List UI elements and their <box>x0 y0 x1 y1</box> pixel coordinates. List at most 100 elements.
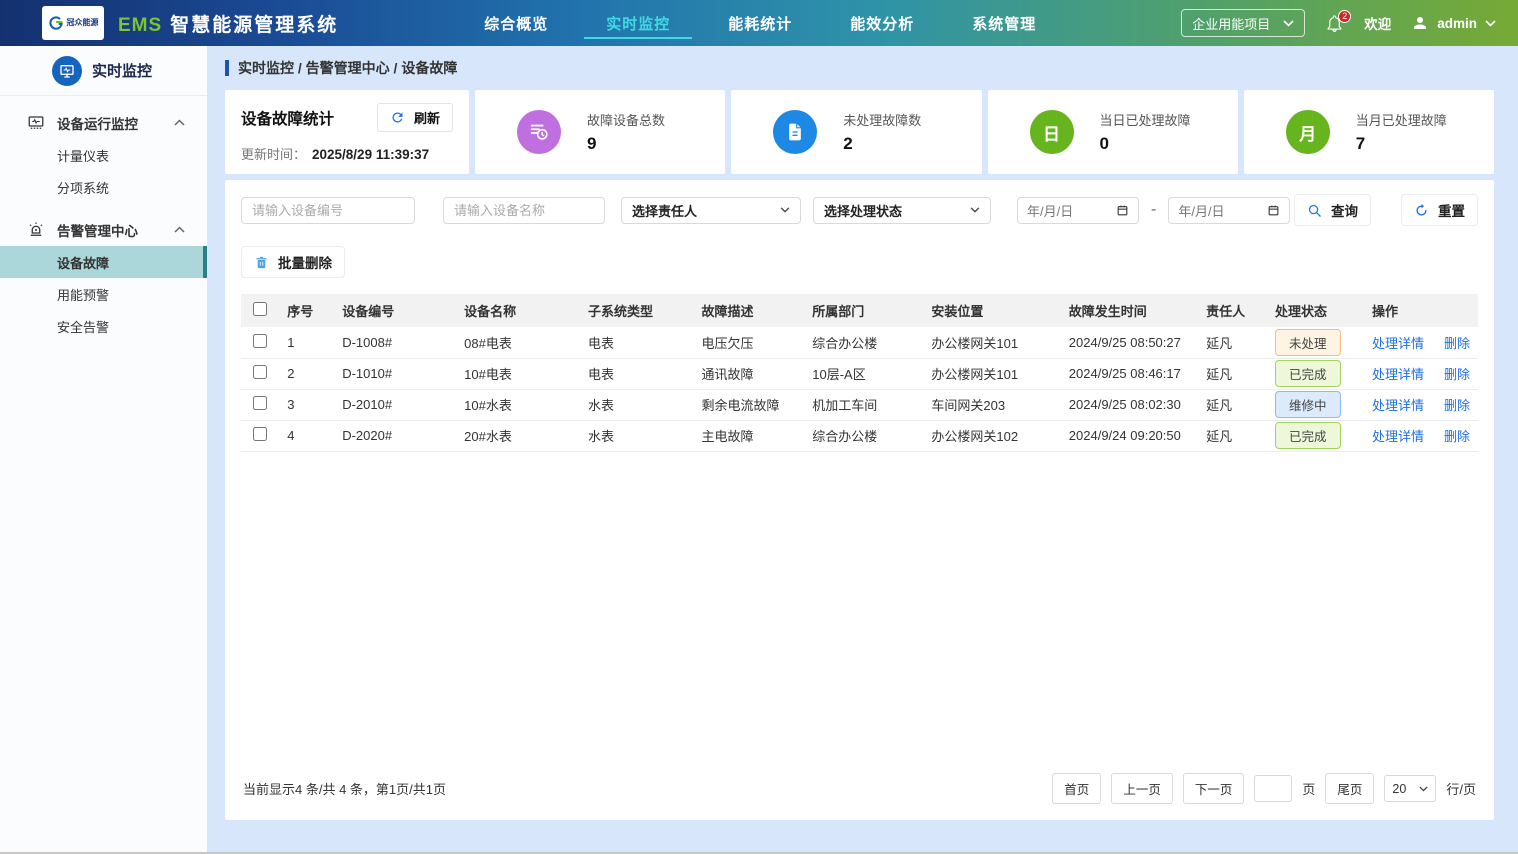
detail-link[interactable]: 处理详情 <box>1372 367 1424 382</box>
reset-label: 重置 <box>1438 200 1465 220</box>
last-page-button[interactable]: 尾页 <box>1325 773 1374 804</box>
detail-link[interactable]: 处理详情 <box>1372 398 1424 413</box>
stat-card-unhandled: 未处理故障数 2 <box>731 90 981 174</box>
day-icon: 日 <box>1030 110 1074 154</box>
nav-system-management[interactable]: 系统管理 <box>966 0 1042 46</box>
welcome-label: 欢迎 <box>1364 13 1391 33</box>
gauge-icon <box>517 110 561 154</box>
month-icon: 月 <box>1286 110 1330 154</box>
detail-link[interactable]: 处理详情 <box>1372 429 1424 444</box>
start-date-value: 年/月/日 <box>1027 201 1073 220</box>
table-row: 3 D-2010# 10#水表 水表 剩余电流故障 机加工车间 车间网关203 … <box>241 389 1478 420</box>
row-checkbox[interactable] <box>253 365 267 379</box>
sidebar-item-metering-instruments[interactable]: 计量仪表 <box>0 139 207 171</box>
chevron-up-icon <box>174 119 185 126</box>
notifications-button[interactable]: 2 <box>1325 14 1344 33</box>
row-checkbox[interactable] <box>253 334 267 348</box>
cell-subsystem: 电表 <box>580 358 694 389</box>
end-date-picker[interactable]: 年/月/日 <box>1168 197 1290 224</box>
reset-button[interactable]: 重置 <box>1401 194 1478 226</box>
alarm-icon <box>27 221 45 239</box>
cell-department: 10层-A区 <box>804 358 923 389</box>
sidebar-item-energy-warning[interactable]: 用能预警 <box>0 278 207 310</box>
sidebar-group-device-monitoring[interactable]: 设备运行监控 <box>0 106 207 139</box>
pagination-bar: 当前显示4 条/共 4 条，第1页/共1页 首页 上一页 下一页 页 尾页 20… <box>241 763 1478 812</box>
cell-fault-desc: 通讯故障 <box>694 358 805 389</box>
sidebar-item-safety-alarm[interactable]: 安全告警 <box>0 310 207 342</box>
app-window: 冠众能源 EMS 智慧能源管理系统 综合概览 实时监控 能耗统计 能效分析 系统… <box>0 0 1518 854</box>
page-size-select[interactable]: 20 <box>1384 775 1436 802</box>
device-code-input[interactable] <box>241 197 415 224</box>
cell-subsystem: 电表 <box>580 327 694 358</box>
select-all-checkbox[interactable] <box>253 302 267 316</box>
prev-page-button[interactable]: 上一页 <box>1111 773 1173 804</box>
company-logo: 冠众能源 <box>42 6 104 40</box>
nav-realtime-monitoring[interactable]: 实时监控 <box>600 0 676 46</box>
delete-link[interactable]: 删除 <box>1444 367 1470 382</box>
stat-label: 故障设备总数 <box>587 110 665 129</box>
cell-device-name: 10#水表 <box>456 389 580 420</box>
owner-select[interactable]: 选择责任人 <box>621 197 801 224</box>
page-number-input[interactable] <box>1254 775 1292 802</box>
user-icon <box>1411 14 1429 32</box>
sidebar-group-alarm-center[interactable]: 告警管理中心 <box>0 213 207 246</box>
stat-label: 当日已处理故障 <box>1100 110 1191 129</box>
cell-fault-time: 2024/9/25 08:02:30 <box>1061 389 1198 420</box>
status-select[interactable]: 选择处理状态 <box>813 197 991 224</box>
next-page-button[interactable]: 下一页 <box>1183 773 1245 804</box>
chevron-down-icon <box>1485 20 1496 27</box>
stat-label: 当月已处理故障 <box>1356 110 1447 129</box>
chevron-down-icon <box>1419 786 1428 792</box>
cell-device-code: D-1010# <box>334 358 456 389</box>
row-checkbox[interactable] <box>253 396 267 410</box>
delete-link[interactable]: 删除 <box>1444 398 1470 413</box>
sidebar-item-subitem-systems[interactable]: 分项系统 <box>0 171 207 203</box>
nav-energy-statistics[interactable]: 能耗统计 <box>722 0 798 46</box>
batch-delete-button[interactable]: 批量删除 <box>241 246 345 278</box>
cell-department: 机加工车间 <box>804 389 923 420</box>
col-header-owner: 责任人 <box>1198 294 1267 327</box>
stat-label: 未处理故障数 <box>843 110 921 129</box>
app-brand: EMS 智慧能源管理系统 <box>118 10 338 37</box>
cell-no: 1 <box>279 327 334 358</box>
main-content: 实时监控 / 告警管理中心 / 设备故障 设备故障统计 刷新 更新时间： 202… <box>207 46 1518 854</box>
page-label: 页 <box>1302 779 1315 798</box>
detail-link[interactable]: 处理详情 <box>1372 336 1424 351</box>
cell-location: 办公楼网关101 <box>923 358 1060 389</box>
row-checkbox[interactable] <box>253 427 267 441</box>
cell-owner: 延凡 <box>1198 327 1267 358</box>
refresh-button[interactable]: 刷新 <box>377 103 453 132</box>
col-header-subsystem: 子系统类型 <box>580 294 694 327</box>
cell-fault-time: 2024/9/25 08:46:17 <box>1061 358 1198 389</box>
brand-ems: EMS <box>118 15 162 37</box>
user-menu[interactable]: admin <box>1411 14 1496 32</box>
table-header-row: 序号 设备编号 设备名称 子系统类型 故障描述 所属部门 安装位置 故障发生时间… <box>241 294 1478 327</box>
nav-overview[interactable]: 综合概览 <box>478 0 554 46</box>
nav-efficiency-analysis[interactable]: 能效分析 <box>844 0 920 46</box>
calendar-icon <box>1116 204 1129 217</box>
calendar-icon <box>1267 204 1280 217</box>
cell-fault-desc: 剩余电流故障 <box>694 389 805 420</box>
breadcrumb: 实时监控 / 告警管理中心 / 设备故障 <box>225 46 1494 90</box>
cell-subsystem: 水表 <box>580 420 694 451</box>
reset-icon <box>1414 203 1429 218</box>
search-button[interactable]: 查询 <box>1294 194 1371 226</box>
delete-link[interactable]: 删除 <box>1444 429 1470 444</box>
cell-no: 4 <box>279 420 334 451</box>
sidebar-item-device-fault[interactable]: 设备故障 <box>0 246 207 278</box>
project-select[interactable]: 企业用能项目 <box>1181 9 1305 37</box>
col-header-device-code: 设备编号 <box>334 294 456 327</box>
delete-link[interactable]: 删除 <box>1444 336 1470 351</box>
document-icon <box>773 110 817 154</box>
stat-value: 7 <box>1356 134 1447 154</box>
refresh-label: 刷新 <box>414 108 440 127</box>
first-page-button[interactable]: 首页 <box>1052 773 1101 804</box>
cell-fault-desc: 主电故障 <box>694 420 805 451</box>
main-nav: 综合概览 实时监控 能耗统计 能效分析 系统管理 <box>478 0 1042 46</box>
start-date-picker[interactable]: 年/月/日 <box>1017 197 1139 224</box>
cell-device-name: 10#电表 <box>456 358 580 389</box>
cell-owner: 延凡 <box>1198 358 1267 389</box>
col-header-no: 序号 <box>279 294 334 327</box>
per-page-label: 行/页 <box>1446 779 1476 798</box>
device-name-input[interactable] <box>443 197 605 224</box>
